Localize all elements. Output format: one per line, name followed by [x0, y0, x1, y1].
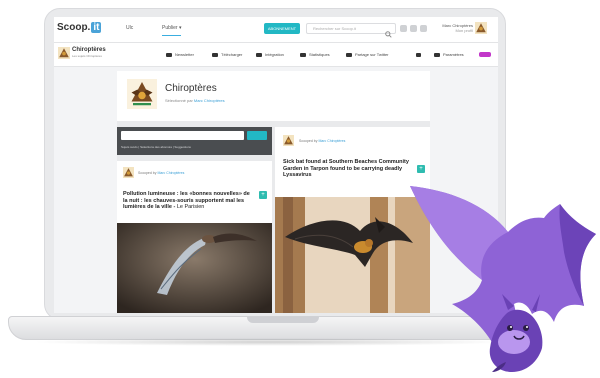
user-menu[interactable]: Marc Chiroptères Mon profil	[425, 23, 473, 33]
calendar-icon	[300, 52, 306, 57]
post-image[interactable]	[275, 197, 430, 313]
download-icon	[212, 52, 218, 57]
user-sub: Mon profil	[455, 28, 473, 33]
topic-header: Chiroptères Sélectionné par Marc Chiropt…	[117, 71, 430, 121]
curator-avatar	[283, 135, 294, 146]
scoopit-logo[interactable]: Scoop. it	[57, 22, 102, 33]
filter-icon	[416, 52, 421, 57]
curator-prefix: Sélectionné par	[165, 98, 193, 103]
post-image[interactable]	[117, 223, 272, 313]
topic-search-input[interactable]	[121, 131, 244, 140]
curator-link[interactable]: Marc Chiroptères	[194, 98, 225, 103]
page-title: Chiroptères	[165, 83, 217, 94]
post-card[interactable]: Scooped by Marc Chiroptères Pollution lu…	[117, 161, 272, 313]
curator-avatar	[123, 167, 134, 178]
curator-link[interactable]: Marc Chiroptères	[318, 139, 345, 143]
tab-label: Paramètres	[443, 52, 464, 57]
tab-label: Intégration	[265, 52, 284, 57]
code-icon	[256, 52, 262, 57]
subscribe-button[interactable]: ABONNEMENT	[264, 23, 300, 34]
gear-icon	[434, 52, 440, 57]
topic-avatar	[127, 79, 157, 109]
top-navigation-bar: Scoop. it Ulc Publier ▾ ABONNEMENT Recher…	[54, 17, 498, 43]
curated-by: Scooped by Marc Chiroptères	[138, 171, 184, 175]
topic-avatar-small	[58, 47, 70, 59]
logo-text: Scoop.	[57, 22, 91, 33]
post-title-text: Sick bat found at Southern Beaches Commu…	[283, 159, 409, 178]
post-title[interactable]: Pollution lumineuse : les «bonnes nouvel…	[123, 191, 253, 211]
tab-label: Newsletter	[175, 52, 194, 57]
tab-label: Télécharger	[221, 52, 243, 57]
curated-by: Scooped by Marc Chiroptères	[299, 139, 345, 143]
topic-search-panel: Sujets suivis | Sélections des abonnés |…	[117, 127, 272, 155]
user-avatar[interactable]	[475, 22, 487, 34]
post-source: Le Parisien	[176, 204, 205, 210]
search-icon[interactable]	[385, 25, 392, 38]
tab-label: Partage sur Twitter	[355, 52, 389, 57]
post-title[interactable]: Sick bat found at Southern Beaches Commu…	[283, 159, 411, 179]
newsletter-icon	[166, 52, 172, 57]
curated-prefix: Scooped by	[299, 139, 318, 143]
toolbar-topic-subtitle: Les sujets Chiroptères	[72, 54, 102, 58]
topic-search-button[interactable]	[247, 131, 267, 140]
tab-share-twitter[interactable]: Partage sur Twitter	[346, 52, 389, 57]
toolbar-topic-title[interactable]: Chiroptères	[72, 47, 106, 53]
messages-icon[interactable]	[410, 25, 417, 32]
post-card[interactable]: Scooped by Marc Chiroptères Sick bat fou…	[275, 127, 430, 313]
topic-curator-line: Sélectionné par Marc Chiroptères	[165, 98, 225, 103]
logo-badge: it	[91, 22, 102, 33]
curated-prefix: Scooped by	[138, 171, 157, 175]
tab-statistics[interactable]: Statistiques	[300, 52, 330, 57]
nav-item-publish[interactable]: Publier ▾	[162, 25, 182, 36]
nav-item-ulc[interactable]: Ulc	[126, 25, 133, 31]
topic-page: Chiroptères Sélectionné par Marc Chiropt…	[117, 71, 430, 313]
share-icon	[346, 52, 352, 57]
filter-icon-button[interactable]	[416, 52, 424, 57]
pro-badge	[479, 52, 491, 57]
rescoop-button[interactable]: +	[417, 165, 425, 173]
filter-links[interactable]: Sujets suivis | Sélections des abonnés |…	[121, 145, 191, 149]
topic-toolbar: Chiroptères Les sujets Chiroptères Newsl…	[54, 43, 498, 67]
notification-icon[interactable]	[400, 25, 407, 32]
tab-settings[interactable]: Paramètres	[434, 52, 464, 57]
tab-label: Statistiques	[309, 52, 330, 57]
tab-newsletter[interactable]: Newsletter	[166, 52, 194, 57]
tab-download[interactable]: Télécharger	[212, 52, 242, 57]
laptop-notch	[247, 317, 319, 323]
tab-integration[interactable]: Intégration	[256, 52, 284, 57]
search-input[interactable]: Rechercher sur Scoop.it	[306, 23, 396, 34]
rescoop-button[interactable]: +	[259, 191, 267, 199]
bat-illustration	[410, 186, 596, 372]
curator-link[interactable]: Marc Chiroptères	[157, 171, 184, 175]
